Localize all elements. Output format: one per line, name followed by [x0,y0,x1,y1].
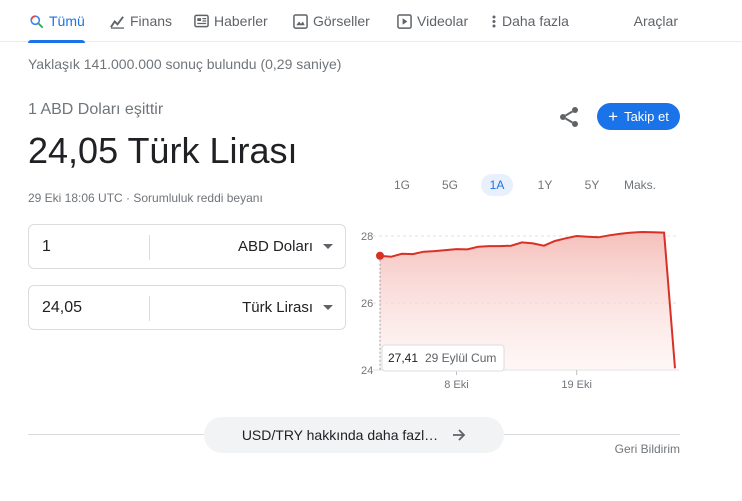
feedback-link[interactable]: Geri Bildirim [615,442,680,456]
y-tick-label: 26 [361,298,373,310]
exchange-rate-chart[interactable]: 28 26 24 8 Eki 19 Eki 27,41 29 Eylül Cum [355,222,685,392]
to-currency-select[interactable]: Türk Lirası [242,286,313,329]
follow-button[interactable]: + Takip et [597,103,680,130]
to-currency-box: 24,05 Türk Lirası [28,285,346,330]
tab-news[interactable]: Haberler [193,0,268,42]
y-tick-label: 28 [361,231,373,243]
arrow-right-icon [452,425,466,446]
tab-images[interactable]: Görseller [292,0,370,42]
image-icon [292,13,308,29]
tab-all-label: Tümü [49,13,85,29]
tab-all[interactable]: Tümü [28,0,85,43]
more-about-button[interactable]: USD/TRY hakkında daha fazl… [204,417,504,453]
chevron-down-icon[interactable] [323,244,333,249]
result-stats: Yaklaşık 141.000.000 sonuç bulundu (0,29… [28,56,342,72]
divider [504,434,680,435]
search-icon [28,13,44,29]
range-max-button[interactable]: Maks. [620,174,660,196]
video-icon [396,13,412,29]
conversion-result: 24,05 Türk Lirası [28,130,298,171]
tab-more[interactable]: Daha fazla [490,0,569,42]
divider [149,296,150,321]
follow-label: Takip et [624,109,669,124]
tab-news-label: Haberler [214,13,268,29]
from-currency-select[interactable]: ABD Doları [238,225,313,268]
y-tick-label: 24 [361,365,373,377]
tools-button[interactable]: Araçlar [634,0,678,42]
divider [28,434,204,435]
chart-tooltip: 27,41 29 Eylül Cum [381,344,505,372]
more-about-label: USD/TRY hakkında daha fazl… [241,427,439,443]
divider [149,235,150,260]
finance-chart-icon [109,13,125,29]
from-currency-box: 1 ABD Doları [28,224,346,269]
from-amount-input[interactable]: 1 [42,225,142,268]
tab-videos[interactable]: Videolar [396,0,468,42]
share-icon[interactable] [557,105,581,129]
range-5d-button[interactable]: 5G [436,174,464,196]
range-5y-button[interactable]: 5Y [578,174,606,196]
tab-finance-label: Finans [130,13,173,29]
equals-text: 1 ABD Doları eşittir [28,101,164,118]
plus-icon: + [608,107,619,126]
hover-point [376,251,384,260]
news-icon [193,13,209,29]
more-vert-icon [490,13,498,29]
tooltip-date: 29 Eylül Cum [425,351,496,365]
chevron-down-icon[interactable] [323,305,333,310]
tab-finance[interactable]: Finans [109,0,172,42]
tab-images-label: Görseller [313,13,370,29]
chart-svg: 28 26 24 8 Eki 19 Eki 27,41 29 Eylül Cum [361,230,679,391]
x-tick-label: 19 Eki [561,379,592,391]
timestamp-disclaimer: 29 Eki 18:06 UTC · Sorumluluk reddi beya… [28,191,263,205]
tab-more-label: Daha fazla [502,13,569,29]
tooltip-value: 27,41 [388,351,418,365]
range-1d-button[interactable]: 1G [388,174,416,196]
to-amount-input[interactable]: 24,05 [42,286,142,329]
range-1m-button[interactable]: 1A [481,174,513,196]
search-tabs: Tümü Finans Haberler Görseller Videolar … [0,0,742,43]
range-1y-button[interactable]: 1Y [531,174,559,196]
tab-videos-label: Videolar [417,13,469,29]
x-tick-label: 8 Eki [444,379,468,391]
